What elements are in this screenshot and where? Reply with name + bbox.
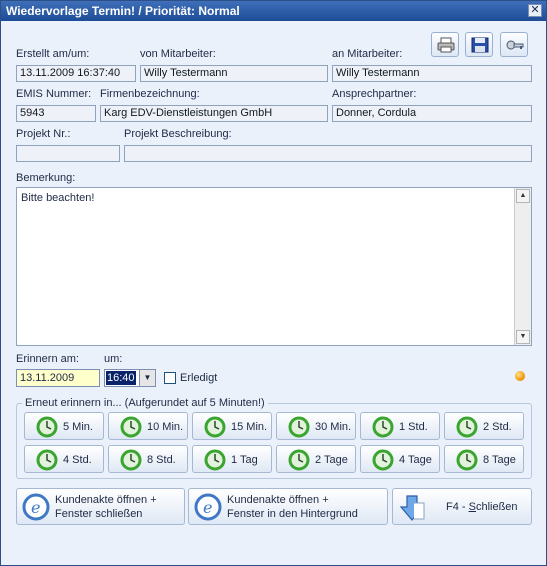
scroll-up-arrow-icon[interactable]: ▲ [516, 189, 530, 203]
clock-icon [204, 416, 226, 438]
remind-time-select[interactable]: 16:40 ▼ [104, 369, 156, 387]
emis-number-label: EMIS Nummer: [16, 88, 92, 100]
close-button[interactable]: ✕ [528, 4, 542, 17]
clock-icon [456, 416, 478, 438]
from-employee-label: von Mitarbeiter: [140, 48, 216, 60]
remind-button[interactable]: 10 Min. [108, 412, 188, 440]
open-customer-file-background-line2: Fenster in den Hintergrund [227, 508, 358, 520]
close-f4-label: F4 - Schließen [446, 501, 518, 513]
emis-number-field[interactable]: 5943 [16, 105, 96, 122]
customer-file-e-icon: e [22, 493, 50, 521]
remind-button-label: 4 Std. [63, 454, 92, 466]
scroll-down-arrow-icon[interactable]: ▼ [516, 330, 530, 344]
remind-button-label: 10 Min. [147, 421, 184, 433]
remind-button-label: 2 Tage [315, 454, 348, 466]
remind-button[interactable]: 1 Tag [192, 445, 272, 473]
remind-button[interactable]: 5 Min. [24, 412, 104, 440]
clock-icon [120, 449, 142, 471]
remind-button-label: 1 Tag [231, 454, 258, 466]
remind-time-label: um: [104, 353, 123, 365]
clock-icon [36, 449, 58, 471]
chevron-down-icon[interactable]: ▼ [139, 370, 155, 386]
contact-person-label: Ansprechpartner: [332, 88, 417, 100]
remind-button[interactable]: 2 Std. [444, 412, 524, 440]
svg-text:e: e [203, 498, 212, 517]
remind-button[interactable]: 2 Tage [276, 445, 356, 473]
remark-scrollbar[interactable]: ▲ ▼ [514, 188, 531, 345]
close-icon: ✕ [530, 4, 540, 16]
open-customer-file-close-line1: Kundenakte öffnen + [55, 494, 157, 506]
open-customer-file-close-line2: Fenster schließen [55, 508, 143, 520]
remind-button[interactable]: 4 Std. [24, 445, 104, 473]
clock-icon [204, 449, 226, 471]
window-title: Wiedervorlage Termin! / Priorität: Norma… [6, 4, 240, 18]
remind-button-label: 2 Std. [483, 421, 512, 433]
floppy-disk-icon [471, 37, 489, 53]
project-number-label: Projekt Nr.: [16, 128, 71, 140]
remind-button-label: 30 Min. [315, 421, 352, 433]
done-checkbox[interactable] [164, 372, 176, 384]
open-customer-file-background-button[interactable]: e Kundenakte öffnen + Fenster in den Hin… [188, 488, 388, 525]
remind-button[interactable]: 15 Min. [192, 412, 272, 440]
status-led-icon [515, 371, 525, 381]
remind-date-label: Erinnern am: [16, 353, 79, 365]
company-label: Firmenbezeichnung: [100, 88, 200, 100]
remind-button-label: 4 Tage [399, 454, 432, 466]
done-label: Erledigt [180, 372, 218, 384]
open-customer-file-close-button[interactable]: e Kundenakte öffnen + Fenster schließen [16, 488, 185, 525]
project-number-field[interactable] [16, 145, 120, 162]
clock-icon [288, 416, 310, 438]
remind-button[interactable]: 8 Std. [108, 445, 188, 473]
remark-text: Bitte beachten! [21, 192, 95, 204]
created-field[interactable]: 13.11.2009 16:37:40 [16, 65, 136, 82]
remind-button-label: 1 Std. [399, 421, 428, 433]
key-button[interactable] [500, 32, 528, 57]
clock-icon [456, 449, 478, 471]
customer-file-e-icon: e [194, 493, 222, 521]
remind-time-value: 16:40 [106, 371, 136, 385]
clock-icon [120, 416, 142, 438]
printer-icon [437, 37, 455, 53]
close-f4-button[interactable]: F4 - Schließen [392, 488, 532, 525]
remind-date-input[interactable]: 13.11.2009 [16, 369, 100, 387]
svg-text:e: e [31, 498, 40, 517]
contact-person-field[interactable]: Donner, Cordula [332, 105, 532, 122]
save-button[interactable] [465, 32, 493, 57]
created-label: Erstellt am/um: [16, 48, 90, 60]
remark-label: Bemerkung: [16, 172, 76, 184]
project-description-label: Projekt Beschreibung: [124, 128, 232, 140]
remind-button-label: 5 Min. [63, 421, 93, 433]
clock-icon [288, 449, 310, 471]
remind-button-label: 8 Tage [483, 454, 516, 466]
print-button[interactable] [431, 32, 459, 57]
remind-button-label: 8 Std. [147, 454, 176, 466]
title-bar[interactable]: Wiedervorlage Termin! / Priorität: Norma… [1, 1, 546, 21]
remind-button[interactable]: 4 Tage [360, 445, 440, 473]
clock-icon [372, 416, 394, 438]
clock-icon [36, 416, 58, 438]
reminder-window: Wiedervorlage Termin! / Priorität: Norma… [0, 0, 547, 566]
to-employee-field[interactable]: Willy Testermann [332, 65, 532, 82]
to-employee-label: an Mitarbeiter: [332, 48, 403, 60]
arrow-down-icon [399, 495, 425, 521]
remind-again-title: Erneut erinnern in... (Aufgerundet auf 5… [22, 397, 268, 409]
company-field[interactable]: Karg EDV-Dienstleistungen GmbH [100, 105, 328, 122]
remind-button[interactable]: 1 Std. [360, 412, 440, 440]
remind-button[interactable]: 8 Tage [444, 445, 524, 473]
open-customer-file-background-line1: Kundenakte öffnen + [227, 494, 329, 506]
remind-button-label: 15 Min. [231, 421, 268, 433]
clock-icon [372, 449, 394, 471]
from-employee-field[interactable]: Willy Testermann [140, 65, 328, 82]
key-icon [506, 40, 524, 50]
project-description-field[interactable] [124, 145, 532, 162]
remark-textarea[interactable]: Bitte beachten! ▲ ▼ [16, 187, 532, 346]
remind-button[interactable]: 30 Min. [276, 412, 356, 440]
